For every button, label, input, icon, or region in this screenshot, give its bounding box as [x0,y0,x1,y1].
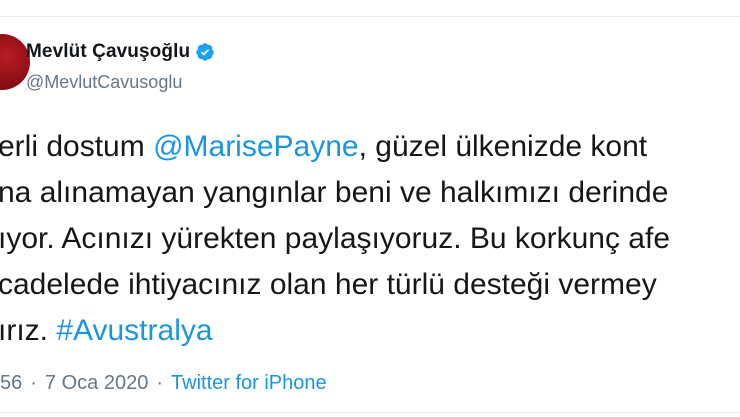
tweet-text: erli dostum @MarisePayne, güzel ülkenizd… [0,124,740,354]
tweet-line-2: na alınamayan yangınlar beni ve halkımız… [0,176,669,209]
mention-link[interactable]: @MarisePayne [153,130,359,163]
tweet-time[interactable]: 56 [0,372,22,395]
tweet-date[interactable]: 7 Oca 2020 [45,372,148,395]
tweet-text-segment: erli dostum [0,130,154,163]
top-divider [0,16,740,17]
author-name-row: Mevlüt Çavuşoğlu [26,40,215,64]
tweet-line-3: ıyor. Acınızı yürekten paylaşıyoruz. Bu … [0,222,670,255]
verified-badge-icon [196,43,214,61]
tweet-source-link[interactable]: Twitter for iPhone [171,372,327,395]
tweet-line-1: erli dostum @MarisePayne, güzel ülkenizd… [0,124,740,170]
meta-separator: · [156,372,164,394]
tweet-text-segment: , güzel ülkenizde kont [358,130,648,163]
tweet-meta: 56 · 7 Oca 2020 · Twitter for iPhone [0,372,327,395]
meta-separator: · [30,372,37,394]
hashtag-link[interactable]: #Avustralya [56,314,212,347]
tweet-line-4: cadelede ihtiyacınız olan her türlü dest… [0,268,657,301]
tweet-text-segment: ırız. [0,314,57,347]
bottom-divider [0,412,740,413]
author-display-name[interactable]: Mevlüt Çavuşoğlu [26,41,190,63]
tweet-line-5: ırız. #Avustralya [0,308,740,354]
author-handle[interactable]: @MevlutCavusoglu [26,72,182,93]
